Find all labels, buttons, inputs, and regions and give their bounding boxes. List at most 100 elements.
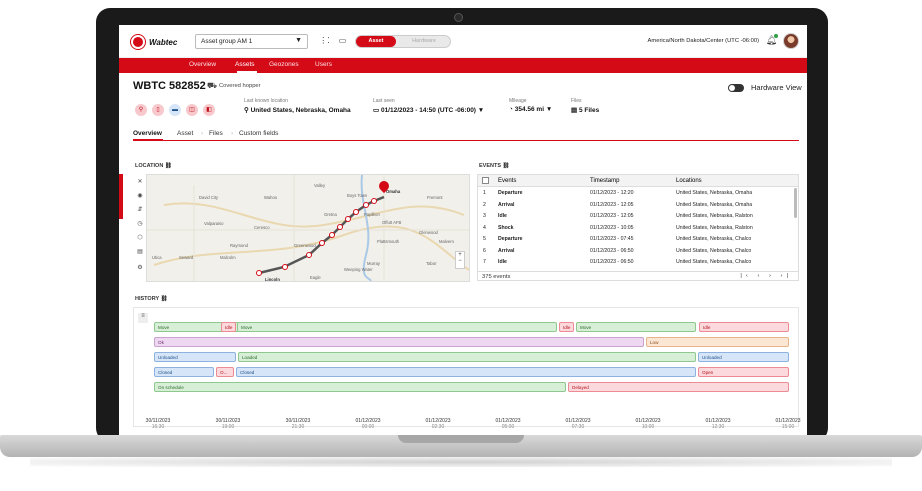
unlink-icon[interactable]: ⛓ [503, 163, 510, 169]
table-row[interactable]: 2 Arrival 01/12/2023 - 12:05 United States,… [478, 201, 798, 211]
table-row[interactable]: 3 Idle 01/12/2023 - 12:05 United States, Ne… [478, 212, 798, 222]
map-label: Eagle [310, 275, 321, 280]
history-segment[interactable]: On schedule [154, 382, 566, 392]
events-table: Events Timestamp Locations 1 Departure 01/… [477, 174, 799, 281]
table-row[interactable]: 7 Idle 01/12/2023 - 06:50 United States, Ne… [478, 258, 798, 268]
history-segment[interactable]: Idle [559, 322, 574, 332]
history-segment[interactable]: Low [646, 337, 789, 347]
pagination-controls[interactable]: |‹ ‹ › ›| [740, 273, 792, 279]
battery-status-icon[interactable]: ▯ [152, 104, 164, 116]
hierarchy-icon[interactable]: ⋮⁚ [319, 35, 330, 46]
clock-icon[interactable]: ◷ [135, 220, 145, 227]
route-stop-marker[interactable] [371, 198, 377, 204]
route-stop-marker[interactable] [345, 216, 351, 222]
files-value[interactable]: ▤ 5 Files [571, 106, 599, 114]
schedule-status-icon[interactable]: ◧ [203, 104, 215, 116]
file-icon[interactable]: ▤ [135, 248, 145, 255]
col-events[interactable]: Events [498, 178, 516, 184]
history-segment[interactable]: Open [698, 367, 789, 377]
history-segment[interactable]: Idle [221, 322, 236, 332]
map-label: Weeping Water [344, 267, 373, 272]
zoom-out-icon[interactable]: − [456, 258, 464, 264]
unlink-icon[interactable]: ⛓ [161, 296, 168, 302]
menu-icon[interactable]: ≡ [138, 313, 148, 323]
history-segment[interactable]: Closed [154, 367, 214, 377]
close-icon[interactable]: ✕ [135, 178, 145, 185]
history-segment[interactable]: O... [216, 367, 234, 377]
event-timestamp: 01/12/2023 - 07:45 [590, 236, 634, 242]
nav-overview[interactable]: Overview [189, 61, 216, 68]
route-stop-marker[interactable] [353, 209, 359, 215]
asset-type: Covered hopper [219, 83, 261, 89]
row-number: 5 [483, 236, 486, 242]
tab-asset[interactable]: Asset [177, 130, 193, 137]
history-segment[interactable]: Loaded [238, 352, 696, 362]
comment-icon[interactable]: ▭ [337, 35, 348, 46]
event-name: Arrival [498, 201, 515, 208]
select-all-checkbox[interactable] [482, 177, 489, 184]
events-scrollbar[interactable] [794, 188, 797, 218]
history-segment[interactable]: Ok [154, 337, 644, 347]
tab-overview[interactable]: Overview [133, 130, 162, 137]
history-segment[interactable]: Unloaded [698, 352, 789, 362]
map-label: Ceresco [254, 225, 270, 230]
tab-separator: › [231, 130, 234, 137]
toggle-hardware[interactable]: Hardware [400, 36, 448, 47]
tick-time: 12:30 [711, 424, 725, 430]
history-segment[interactable]: Delayed [568, 382, 789, 392]
load-status-icon[interactable]: ▬ [169, 104, 181, 116]
col-locations[interactable]: Locations [676, 178, 702, 184]
history-segment[interactable]: Unloaded [154, 352, 236, 362]
nav-geozones[interactable]: Geozones [269, 61, 299, 68]
events-table-header: Events Timestamp Locations [478, 175, 798, 187]
history-segment[interactable]: Move [237, 322, 557, 332]
mileage-value[interactable]: ◔ 354.56 mi ▼ [509, 106, 552, 113]
settings-icon[interactable]: ⚙ [135, 264, 145, 271]
table-row[interactable]: 5 Departure 01/12/2023 - 07:45 United State… [478, 235, 798, 245]
avatar[interactable] [783, 33, 799, 49]
location-map[interactable]: David City Valley Boys Town Omaha Wahoo … [133, 174, 470, 282]
col-timestamp[interactable]: Timestamp [590, 178, 619, 184]
event-location: United States, Nebraska, Omaha [676, 201, 753, 208]
wabtec-logo-icon [131, 35, 145, 49]
history-segment[interactable]: Closed [236, 367, 696, 377]
route-stop-marker[interactable] [319, 240, 325, 246]
event-name: Arrival [498, 247, 515, 254]
nav-users[interactable]: Users [315, 61, 332, 68]
logo[interactable]: Wabtec [131, 35, 177, 49]
map-label: David City [199, 195, 219, 200]
nav-assets[interactable]: Assets [235, 61, 255, 68]
geofence-status-icon[interactable]: ⚲ [135, 104, 147, 116]
timezone-selector[interactable]: America/North Dakota/Center (UTC -06:00) [648, 38, 759, 44]
detail-tabs: Overview Asset › Files › Custom fields [133, 129, 799, 141]
map-label: Fremont [427, 195, 443, 200]
route-stop-marker[interactable] [282, 264, 288, 270]
table-row[interactable]: 6 Arrival 01/12/2023 - 06:50 United States,… [478, 247, 798, 257]
table-row[interactable]: 1 Departure 01/12/2023 - 12:20 United State… [478, 189, 798, 199]
route-stop-marker[interactable] [256, 270, 262, 276]
zoom-control[interactable]: + − [455, 251, 465, 269]
last-seen-value[interactable]: ▭ 01/12/2023 - 14:50 (UTC -06:00) ▼ [373, 106, 484, 114]
route-stop-marker[interactable] [363, 202, 369, 208]
tab-files[interactable]: Files [209, 130, 223, 137]
tab-custom-fields[interactable]: Custom fields [239, 130, 278, 137]
history-segment[interactable]: Idle [699, 322, 789, 332]
asset-hardware-toggle[interactable]: Asset Hardware [355, 35, 451, 48]
location-icon[interactable]: ◉ [135, 192, 145, 199]
table-row[interactable]: 4 Shock 01/12/2023 - 10:05 United States, N… [478, 224, 798, 234]
toggle-asset[interactable]: Asset [356, 36, 396, 47]
tick-time: 07:30 [571, 424, 585, 430]
history-segment[interactable]: Move [576, 322, 696, 332]
event-timestamp: 01/12/2023 - 06:50 [590, 247, 634, 254]
asset-group-select[interactable]: Asset group AM 1 ▼ [195, 34, 308, 49]
route-stop-marker[interactable] [337, 224, 343, 230]
geofence-icon[interactable]: ⬡ [135, 234, 145, 241]
route-stop-marker[interactable] [306, 252, 312, 258]
unlink-icon[interactable]: ⛓ [165, 163, 172, 169]
mileage-label: Mileage [509, 98, 527, 104]
door-status-icon[interactable]: ◫ [186, 104, 198, 116]
route-stop-marker[interactable] [329, 232, 335, 238]
route-icon[interactable]: ⇵ [135, 206, 145, 213]
page-title: WBTC 582852 [133, 80, 206, 92]
history-label-text: HISTORY [135, 296, 160, 302]
